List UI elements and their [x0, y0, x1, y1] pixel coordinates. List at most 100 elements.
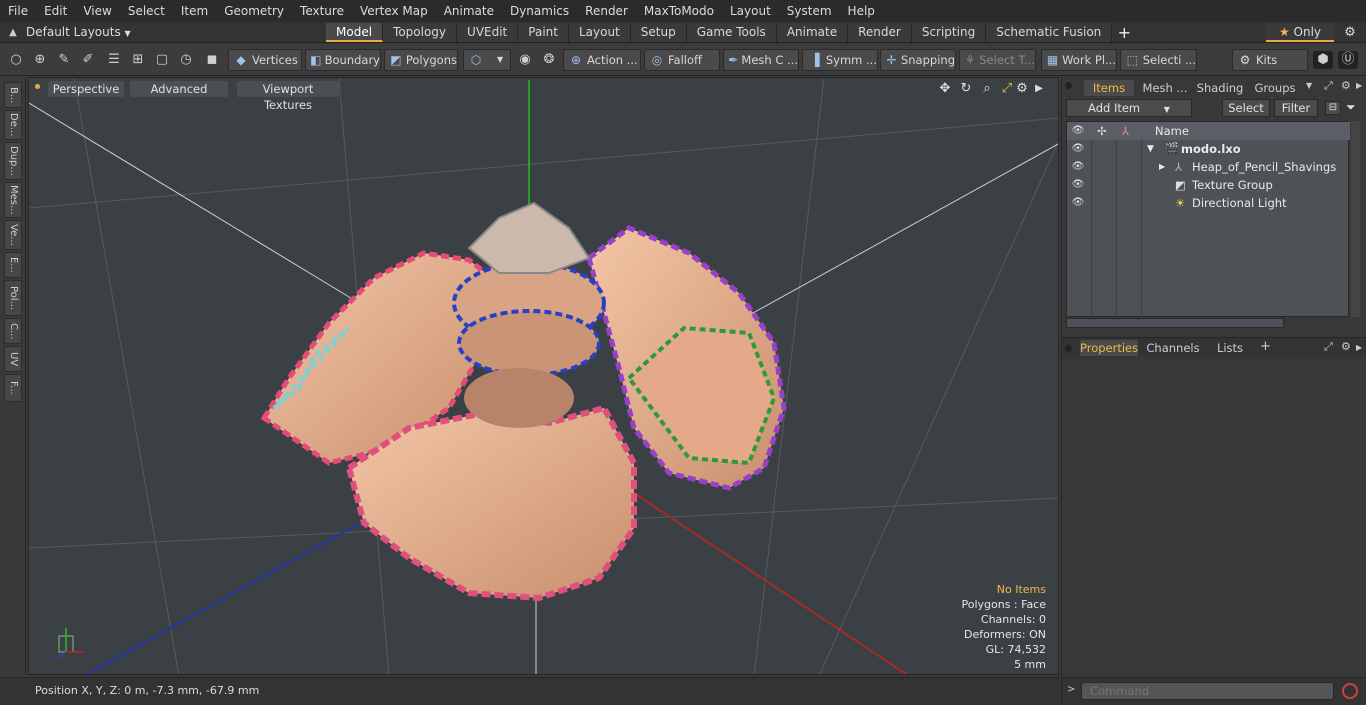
sphere-icon[interactable]: ◉	[515, 51, 535, 69]
vtab-polygon[interactable]: Pol...	[4, 280, 22, 316]
mesh-constraint-button[interactable]: ✒ Mesh C ...	[723, 49, 799, 71]
tab-model[interactable]: Model	[326, 22, 384, 42]
vtab-curve[interactable]: C...	[4, 318, 22, 344]
eye-icon[interactable]: 👁	[1071, 161, 1085, 173]
falloff-button[interactable]: ◎ Falloff	[644, 49, 720, 71]
list-item-modo-lxo[interactable]: 👁 ▼ 🎬 modo.lxo	[1067, 140, 1350, 158]
select-button[interactable]: Select	[1222, 99, 1270, 117]
menu-geometry[interactable]: Geometry	[216, 0, 292, 22]
menu-item[interactable]: Item	[173, 0, 216, 22]
tab-groups[interactable]: Groups	[1250, 80, 1300, 96]
menu-edit[interactable]: Edit	[36, 0, 75, 22]
menu-layout[interactable]: Layout	[722, 0, 779, 22]
name-column-header[interactable]: Name	[1155, 122, 1189, 140]
collapsed-arrow-icon[interactable]: ▶	[1159, 158, 1165, 176]
eye-icon[interactable]: 👁	[1071, 179, 1085, 191]
tab-schematic-fusion[interactable]: Schematic Fusion	[986, 22, 1113, 42]
vtab-uv[interactable]: UV	[4, 346, 22, 372]
snapping-button[interactable]: ✛ Snapping	[880, 49, 956, 71]
tab-channels[interactable]: Channels	[1144, 340, 1202, 356]
eye-icon[interactable]: 👁	[1071, 143, 1085, 155]
panel-gear-icon[interactable]: ⚙	[1341, 340, 1351, 353]
add-item-button[interactable]: Add Item ▼	[1066, 99, 1192, 117]
chevron-down-icon[interactable]: ▼	[1306, 81, 1312, 90]
circle-select-icon[interactable]: ○	[6, 51, 26, 69]
record-icon[interactable]	[1342, 683, 1358, 699]
command-input[interactable]	[1081, 682, 1334, 700]
tab-mesh-ops[interactable]: Mesh ...	[1138, 80, 1192, 96]
vertices-button[interactable]: ◆ Vertices	[228, 49, 302, 71]
tab-animate[interactable]: Animate	[776, 22, 849, 42]
list-item-texture-group[interactable]: 👁 ◩ Texture Group	[1067, 176, 1350, 194]
select-through-button[interactable]: ⚘ Select T...	[959, 49, 1036, 71]
vtab-deform[interactable]: De...	[4, 110, 22, 140]
add-tab-icon[interactable]: +	[1112, 23, 1136, 42]
item-list-scrollbar[interactable]	[1351, 121, 1360, 317]
vtab-edge[interactable]: E...	[4, 252, 22, 278]
selection-sets-button[interactable]: ⬚ Selecti ...	[1120, 49, 1197, 71]
menu-view[interactable]: View	[75, 0, 119, 22]
funnel-icon[interactable]: ⏷	[1346, 100, 1356, 115]
tab-game-tools[interactable]: Game Tools	[686, 22, 777, 42]
soccer-icon[interactable]: ❂	[539, 51, 559, 69]
3d-viewport[interactable]: Perspective Advanced Viewport Textures ✥…	[28, 77, 1059, 675]
menu-animate[interactable]: Animate	[436, 0, 502, 22]
menu-select[interactable]: Select	[120, 0, 173, 22]
vtab-mesh-edit[interactable]: Mes...	[4, 182, 22, 218]
boundary-button[interactable]: ◧ Boundary	[305, 49, 381, 71]
tab-items[interactable]: Items	[1084, 80, 1134, 96]
menu-system[interactable]: System	[779, 0, 840, 22]
panel-menu-icon[interactable]: ▶	[1356, 343, 1362, 352]
vtab-basic[interactable]: B...	[4, 82, 22, 108]
tab-shading[interactable]: Shading	[1192, 80, 1248, 96]
viewport-scene[interactable]	[29, 78, 1059, 675]
vtab-vertex[interactable]: Ve...	[4, 220, 22, 250]
gear-icon[interactable]: ⚙	[1334, 25, 1366, 40]
pen-icon[interactable]: ✎	[54, 51, 74, 69]
orbit-icon[interactable]: ↻	[958, 81, 974, 97]
tab-lists[interactable]: Lists	[1208, 340, 1252, 356]
collapse-all-icon[interactable]: ⊟	[1325, 101, 1341, 115]
layout-select[interactable]: Default Layouts ▼	[26, 25, 326, 39]
panel-collapse-icon[interactable]	[1065, 345, 1072, 352]
vtab-duplicate[interactable]: Dup...	[4, 142, 22, 180]
tab-uvedit[interactable]: UVEdit	[457, 22, 519, 42]
unity-icon[interactable]: ⬢	[1313, 51, 1333, 69]
pan-icon[interactable]: ✥	[937, 81, 953, 97]
polygons-button[interactable]: ◩ Polygons	[384, 49, 458, 71]
menu-texture[interactable]: Texture	[292, 0, 352, 22]
align-icon[interactable]: ☰	[104, 51, 124, 69]
viewport-menu-icon[interactable]: ▶	[1031, 81, 1047, 97]
menu-render[interactable]: Render	[577, 0, 636, 22]
layout-up-icon[interactable]: ▲	[0, 27, 26, 38]
list-item-pencil-shavings[interactable]: 👁 ▶ ⅄ Heap_of_Pencil_Shavings	[1067, 158, 1350, 176]
panel-collapse-icon[interactable]	[1065, 82, 1072, 89]
tab-properties[interactable]: Properties	[1080, 340, 1138, 356]
advanced-button[interactable]: Advanced	[130, 81, 228, 97]
unreal-icon[interactable]: Ⓤ	[1338, 51, 1358, 69]
symmetry-button[interactable]: ▐ Symm ...	[802, 49, 878, 71]
rotate-icon[interactable]: ◷	[176, 51, 196, 69]
tab-paint[interactable]: Paint	[518, 22, 569, 42]
only-toggle[interactable]: ★ Only	[1266, 22, 1334, 42]
transform-icon[interactable]: ⊞	[128, 51, 148, 69]
kits-button[interactable]: ⚙ Kits	[1232, 49, 1308, 71]
cube-icon[interactable]: ◼	[202, 51, 222, 69]
pencil-shavings-mesh[interactable]	[260, 201, 787, 602]
add-tab-icon[interactable]: +	[1260, 339, 1271, 354]
menu-maxtomodo[interactable]: MaxToModo	[636, 0, 722, 22]
brush-icon[interactable]: ✐	[78, 51, 98, 69]
vtab-fusion[interactable]: F...	[4, 374, 22, 402]
zoom-icon[interactable]: ⌕	[979, 81, 995, 97]
item-list-hscrollbar[interactable]	[1066, 318, 1284, 328]
tab-scripting[interactable]: Scripting	[911, 22, 987, 42]
menu-dynamics[interactable]: Dynamics	[502, 0, 577, 22]
panel-gear-icon[interactable]: ⚙	[1341, 79, 1351, 92]
tab-topology[interactable]: Topology	[383, 22, 458, 42]
tab-layout[interactable]: Layout	[568, 22, 631, 42]
tab-setup[interactable]: Setup	[630, 22, 687, 42]
action-center-button[interactable]: ⊕ Action ...	[563, 49, 641, 71]
square-icon[interactable]: ▢	[152, 51, 172, 69]
panel-menu-icon[interactable]: ▶	[1356, 81, 1362, 90]
expand-arrow-icon[interactable]: ▼	[1147, 140, 1154, 158]
